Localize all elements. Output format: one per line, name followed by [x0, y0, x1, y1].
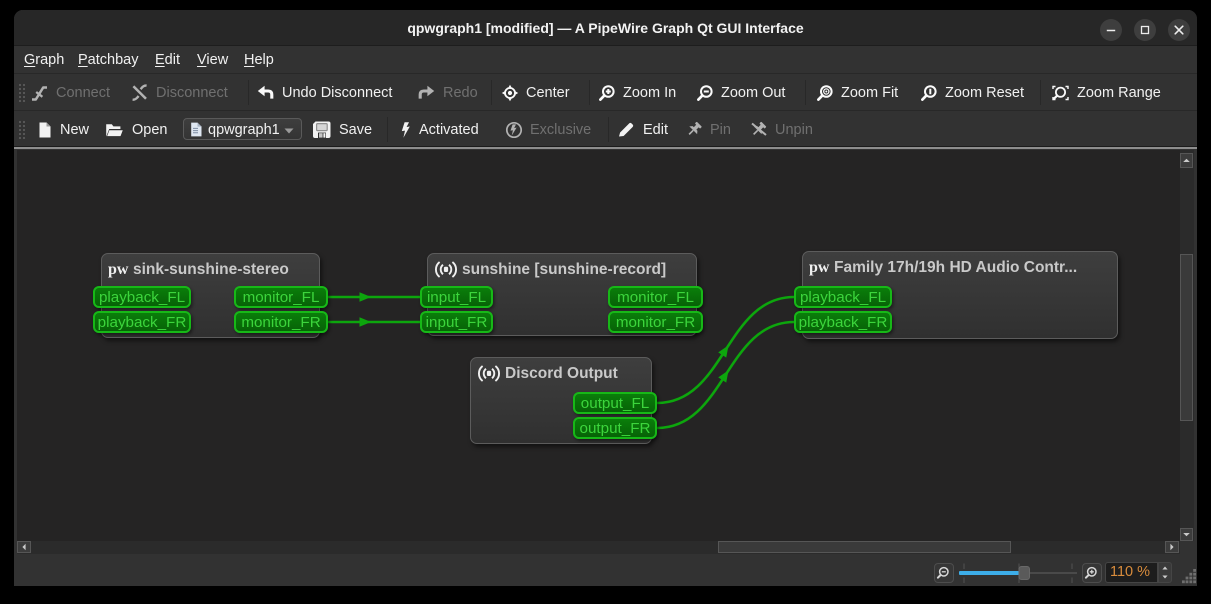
svg-text:pw: pw: [809, 260, 830, 276]
svg-text:pw: pw: [108, 262, 129, 278]
